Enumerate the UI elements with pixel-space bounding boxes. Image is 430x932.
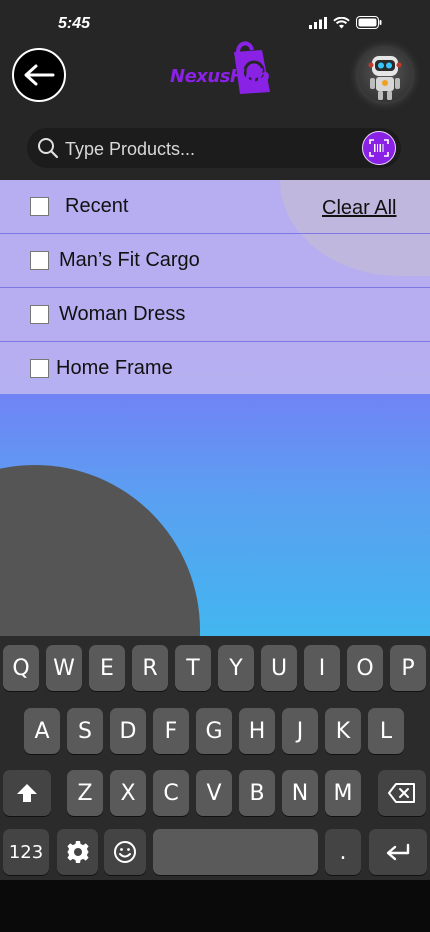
list-item[interactable]: Man’s Fit Cargo	[0, 234, 430, 287]
key-s[interactable]: S	[67, 708, 103, 754]
logo: NexusHub	[168, 38, 272, 98]
barcode-scan-icon	[369, 139, 389, 157]
recent-select-all-checkbox[interactable]	[30, 197, 49, 216]
list-item[interactable]: Home Frame	[0, 342, 430, 394]
search-screen: 5:45 NexusHub Type Products... Recent Cl…	[0, 0, 430, 932]
key-z[interactable]: Z	[67, 770, 103, 816]
recent-label: Recent	[65, 195, 129, 217]
key-g[interactable]: G	[196, 708, 232, 754]
key-c[interactable]: C	[153, 770, 189, 816]
numbers-key[interactable]: 123	[3, 829, 49, 875]
robot-avatar-icon	[368, 56, 402, 100]
signal-icon	[309, 16, 327, 29]
logo-text: NexusHub	[170, 66, 270, 87]
settings-key[interactable]	[57, 829, 98, 875]
key-b[interactable]: B	[239, 770, 275, 816]
key-q[interactable]: Q	[3, 645, 39, 691]
shift-icon	[17, 784, 37, 802]
backspace-icon	[388, 783, 415, 803]
key-d[interactable]: D	[110, 708, 146, 754]
key-m[interactable]: M	[325, 770, 361, 816]
status-time: 5:45	[58, 15, 91, 32]
key-f[interactable]: F	[153, 708, 189, 754]
search-bar	[27, 128, 401, 170]
key-v[interactable]: V	[196, 770, 232, 816]
list-item[interactable]: Woman Dress	[0, 288, 430, 341]
key-a[interactable]: A	[24, 708, 60, 754]
key-x[interactable]: X	[110, 770, 146, 816]
backspace-key[interactable]	[378, 770, 426, 816]
wifi-icon	[333, 16, 350, 28]
key-l[interactable]: L	[368, 708, 404, 754]
recent-searches-panel: Recent Clear All Man’s Fit Cargo Woman D…	[0, 180, 430, 394]
key-r[interactable]: R	[132, 645, 168, 691]
return-icon	[386, 843, 410, 861]
key-u[interactable]: U	[261, 645, 297, 691]
key-o[interactable]: O	[347, 645, 383, 691]
list-item-label: Home Frame	[56, 356, 173, 379]
key-i[interactable]: I	[304, 645, 340, 691]
emoji-icon	[114, 841, 136, 863]
key-p[interactable]: P	[390, 645, 426, 691]
list-item-label: Man’s Fit Cargo	[59, 249, 200, 271]
home-indicator-bar	[0, 880, 430, 932]
decorative-blob-bottom	[0, 465, 200, 636]
status-icons	[309, 16, 382, 29]
shift-key[interactable]	[3, 770, 51, 816]
list-item-label: Woman Dress	[59, 303, 186, 325]
key-t[interactable]: T	[175, 645, 211, 691]
emoji-key[interactable]	[104, 829, 146, 875]
search-input[interactable]	[63, 128, 357, 170]
key-j[interactable]: J	[282, 708, 318, 754]
key-w[interactable]: W	[46, 645, 82, 691]
space-key[interactable]	[153, 829, 318, 875]
key-h[interactable]: H	[239, 708, 275, 754]
arrow-left-icon	[24, 64, 55, 86]
keyboard: Q W E R T Y U I O P A S D F G H J K L Z …	[0, 636, 430, 880]
key-n[interactable]: N	[282, 770, 318, 816]
scan-button[interactable]	[362, 131, 396, 165]
back-button[interactable]	[12, 48, 66, 102]
list-item-checkbox[interactable]	[30, 305, 49, 324]
list-item-checkbox[interactable]	[30, 358, 49, 378]
key-k[interactable]: K	[325, 708, 361, 754]
return-key[interactable]	[369, 829, 427, 875]
gear-icon	[66, 841, 89, 863]
period-key[interactable]: .	[325, 829, 361, 875]
list-item-checkbox[interactable]	[30, 251, 49, 270]
key-e[interactable]: E	[89, 645, 125, 691]
search-icon	[38, 138, 59, 159]
clear-all-button[interactable]: Clear All	[322, 197, 396, 220]
key-y[interactable]: Y	[218, 645, 254, 691]
avatar[interactable]	[358, 48, 412, 102]
battery-icon	[356, 16, 382, 29]
